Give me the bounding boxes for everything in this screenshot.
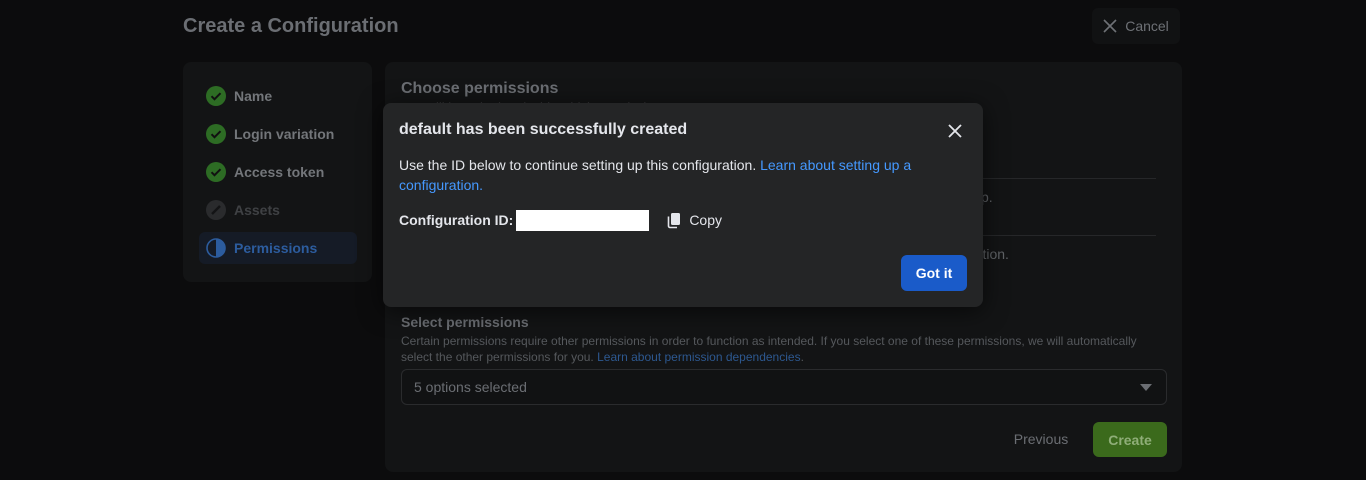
step-label: Access token (234, 164, 325, 180)
previous-button[interactable]: Previous (1001, 422, 1081, 456)
step-name[interactable]: Name (199, 80, 357, 112)
pencil-circle-icon (206, 200, 226, 220)
section-title: Choose permissions (401, 80, 559, 97)
close-icon (948, 124, 962, 138)
step-label: Name (234, 88, 273, 104)
create-button[interactable]: Create (1093, 422, 1167, 457)
config-id-value (516, 209, 650, 231)
half-circle-icon (206, 238, 226, 258)
check-circle-icon (206, 162, 226, 182)
success-dialog: default has been successfully created Us… (383, 103, 983, 307)
check-circle-icon (206, 86, 226, 106)
config-id-row: Configuration ID: Copy (399, 209, 722, 231)
dialog-close-button[interactable] (943, 119, 967, 143)
step-permissions[interactable]: Permissions (199, 232, 357, 264)
step-label: Login variation (234, 126, 335, 142)
step-assets: Assets (199, 194, 357, 226)
step-label: Permissions (234, 240, 318, 256)
chevron-down-icon (1140, 384, 1152, 391)
copy-icon (668, 213, 681, 229)
permissions-select[interactable]: 5 options selected (401, 369, 1167, 405)
steps-sidebar: Name Login variation Access token Assets… (183, 62, 372, 282)
dialog-body: Use the ID below to continue setting up … (399, 155, 939, 195)
cancel-button[interactable]: Cancel (1092, 8, 1180, 44)
close-icon (1103, 19, 1117, 33)
select-value: 5 options selected (414, 379, 527, 395)
copy-button[interactable]: Copy (665, 211, 722, 229)
dialog-title: default has been successfully created (399, 121, 688, 138)
config-id-label: Configuration ID: (399, 212, 514, 228)
page-title: Create a Configuration (183, 15, 399, 37)
check-circle-icon (206, 124, 226, 144)
step-label: Assets (234, 202, 280, 218)
dialog-body-text: Use the ID below to continue setting up … (399, 157, 761, 173)
step-access-token[interactable]: Access token (199, 156, 357, 188)
got-it-button[interactable]: Got it (901, 255, 967, 291)
step-login-variation[interactable]: Login variation (199, 118, 357, 150)
cancel-label: Cancel (1125, 18, 1169, 34)
select-permissions-title: Select permissions (401, 314, 529, 330)
permission-dependencies-link[interactable]: Learn about permission dependencies (597, 350, 800, 364)
description-end: . (800, 350, 804, 364)
select-permissions-description: Certain permissions require other permis… (401, 333, 1161, 365)
copy-label: Copy (689, 212, 722, 228)
